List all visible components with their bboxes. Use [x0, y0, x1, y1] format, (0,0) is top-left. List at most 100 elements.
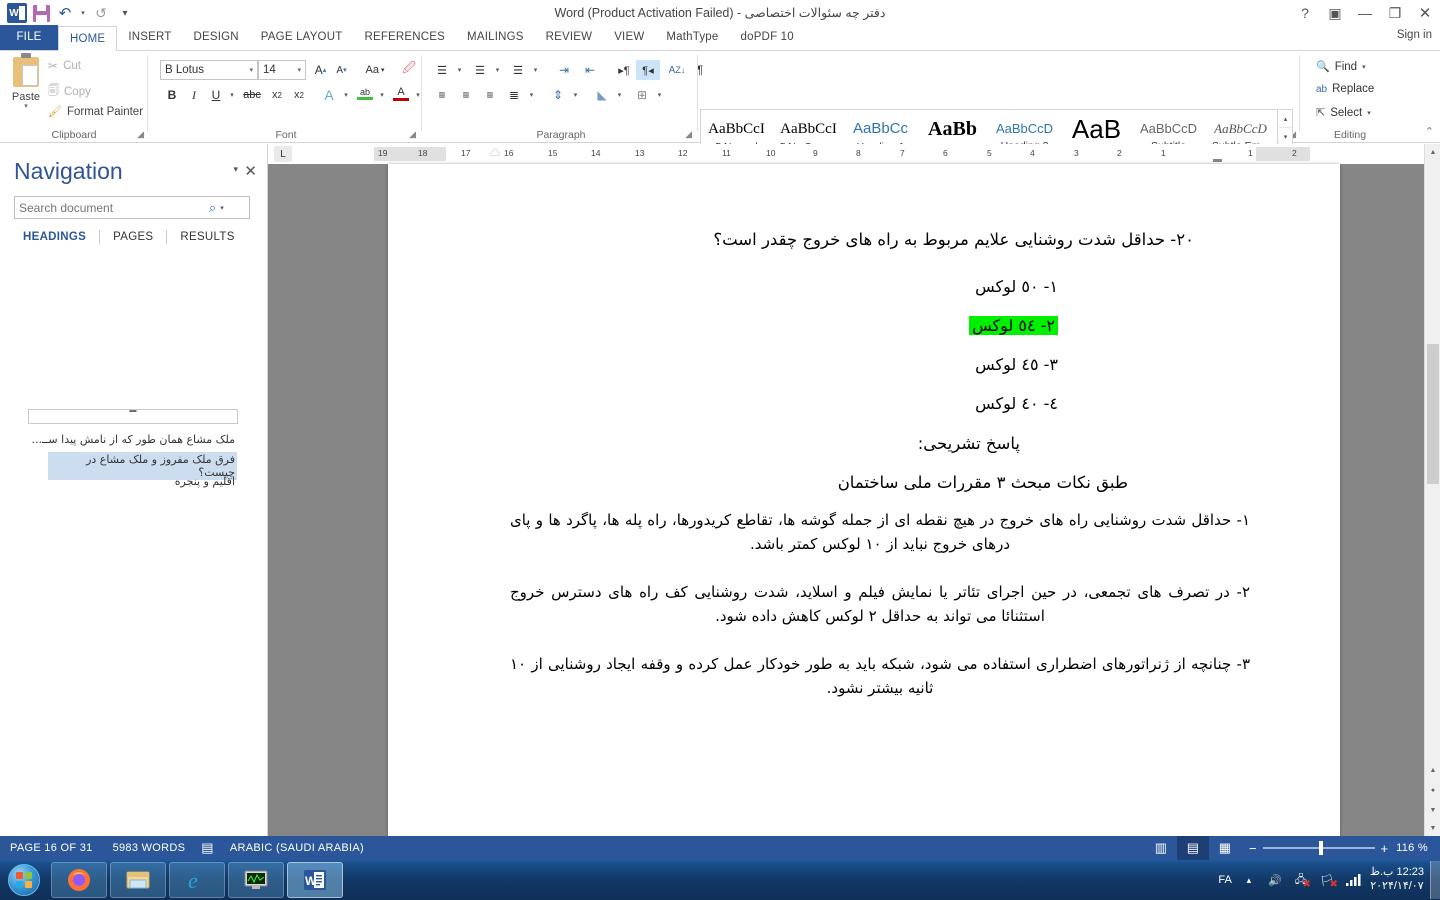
browse-object-icon[interactable]: ● [1425, 782, 1440, 798]
tab-review[interactable]: REVIEW [535, 25, 604, 50]
line-spacing-dropdown-icon[interactable]: ▾ [570, 85, 581, 105]
underline-button[interactable]: U [206, 85, 226, 105]
document-page[interactable]: ۲۰- حداقل شدت روشنایی علایم مربوط به راه… [388, 164, 1340, 836]
zoom-in-button[interactable]: + [1381, 841, 1389, 856]
justify-icon[interactable]: ≣ [502, 85, 526, 105]
print-layout-icon[interactable]: ▤ [1177, 836, 1209, 860]
search-options-icon[interactable]: ▾ [220, 204, 224, 212]
rtl-text-direction-icon[interactable]: ¶◂ [636, 60, 660, 80]
bold-button[interactable]: B [162, 85, 182, 105]
font-size-input[interactable]: 14 ▾ [258, 60, 306, 80]
action-center-icon[interactable]: 🖧✖ [1292, 871, 1310, 889]
borders-icon[interactable]: ⊞ [630, 85, 654, 105]
text-highlight-icon[interactable]: ab [354, 83, 376, 105]
ribbon-display-options-icon[interactable]: ▣ [1320, 0, 1350, 26]
underline-dropdown-icon[interactable]: ▾ [226, 85, 238, 105]
grow-font-icon[interactable]: A▴ [310, 60, 331, 80]
text-effects-dropdown-icon[interactable]: ▾ [340, 85, 352, 105]
windows-start-icon[interactable] [0, 861, 48, 899]
read-mode-icon[interactable]: ▥ [1145, 836, 1177, 860]
zoom-thumb[interactable] [1319, 841, 1323, 855]
find-dropdown-icon[interactable]: ▾ [1362, 63, 1366, 71]
navigation-close-icon[interactable]: ✕ [244, 162, 257, 180]
align-center-icon[interactable]: ≡ [454, 85, 478, 105]
bullets-icon[interactable]: ☰ [430, 60, 454, 80]
align-right-icon[interactable]: ≡ [478, 85, 502, 105]
restore-button[interactable]: ❐ [1380, 0, 1410, 26]
proofing-errors-icon[interactable]: ▤ [195, 836, 220, 860]
search-input[interactable] [19, 201, 209, 215]
page-indicator[interactable]: PAGE 16 OF 31 [0, 836, 103, 860]
tab-home[interactable]: HOME [58, 26, 117, 51]
scroll-down-icon[interactable]: ▼ [1425, 820, 1440, 836]
show-desktop-button[interactable] [1430, 861, 1440, 899]
font-name-dropdown-icon[interactable]: ▾ [249, 66, 253, 74]
language-indicator[interactable]: ARABIC (SAUDI ARABIA) [220, 836, 374, 860]
word-icon[interactable]: W [287, 862, 343, 898]
nav-tab-results[interactable]: RESULTS [167, 231, 247, 243]
styles-scroll-up-icon[interactable]: ▴ [1279, 110, 1292, 128]
collapse-ribbon-icon[interactable]: ⌃ [1425, 125, 1434, 138]
numbering-icon[interactable]: ☰ [468, 60, 492, 80]
next-page-icon[interactable]: ▼ [1425, 802, 1440, 818]
navigation-heading-collapsed-box[interactable]: ▔ [28, 409, 238, 424]
show-hidden-icons-icon[interactable]: ▴ [1240, 871, 1258, 889]
increase-indent-icon[interactable]: ⇤ [578, 60, 602, 80]
italic-button[interactable]: I [184, 85, 204, 105]
format-painter-button[interactable]: 🖌 Format Painter [48, 105, 143, 118]
tab-stop-selector-icon[interactable]: L [274, 146, 292, 162]
clock[interactable]: 12:23 ب.ظ ۲۰۲۴/۱۴/۰۷ [1370, 866, 1424, 894]
decrease-indent-icon[interactable]: ⇥ [552, 60, 576, 80]
zoom-track[interactable] [1263, 847, 1375, 849]
copy-button[interactable]: 🗐 Copy [48, 82, 91, 101]
search-document-box[interactable]: ⌕ ▾ [14, 196, 250, 219]
text-highlight-dropdown-icon[interactable]: ▾ [376, 85, 388, 105]
scrollbar-thumb[interactable] [1427, 344, 1439, 484]
nav-heading-item[interactable]: اقلیم و پنجره [173, 474, 237, 489]
tab-references[interactable]: REFERENCES [353, 25, 456, 50]
justify-dropdown-icon[interactable]: ▾ [526, 85, 537, 105]
signal-bars-icon[interactable] [1344, 871, 1362, 889]
strikethrough-button[interactable]: abc [240, 85, 264, 105]
clear-formatting-icon[interactable]: 🖉 [398, 60, 420, 80]
subscript-button[interactable]: x2 [266, 85, 288, 105]
help-icon[interactable]: ? [1290, 0, 1320, 26]
ltr-text-direction-icon[interactable]: ▸¶ [612, 60, 636, 80]
vertical-scrollbar[interactable]: ▲ ▲ ● ▼ ▼ [1424, 144, 1440, 836]
change-case-icon[interactable]: Aa ▾ [358, 60, 392, 80]
align-left-icon[interactable]: ≡ [430, 85, 454, 105]
select-dropdown-icon[interactable]: ▾ [1367, 109, 1371, 117]
web-layout-icon[interactable]: ▦ [1209, 836, 1241, 860]
zoom-slider[interactable]: − + [1241, 841, 1396, 856]
nav-tab-pages[interactable]: PAGES [100, 231, 166, 243]
sign-in-link[interactable]: Sign in [1397, 29, 1432, 41]
font-size-dropdown-icon[interactable]: ▾ [297, 66, 301, 74]
tab-design[interactable]: DESIGN [182, 25, 249, 50]
paste-dropdown-icon[interactable]: ▾ [24, 102, 28, 110]
paste-button[interactable]: Paste ▾ [6, 55, 46, 123]
task-manager-icon[interactable] [228, 862, 284, 898]
scroll-up-icon[interactable]: ▲ [1425, 144, 1440, 160]
shrink-font-icon[interactable]: A▾ [331, 60, 352, 80]
shading-icon[interactable]: ◣ [590, 85, 614, 105]
zoom-out-button[interactable]: − [1249, 841, 1257, 856]
tab-mailings[interactable]: MAILINGS [456, 25, 535, 50]
volume-icon[interactable]: 🔊 [1266, 871, 1284, 889]
shading-dropdown-icon[interactable]: ▾ [614, 85, 625, 105]
line-spacing-icon[interactable]: ⇕ [546, 85, 570, 105]
minimize-button[interactable]: — [1350, 0, 1380, 26]
multilevel-list-icon[interactable]: ☰ [506, 60, 530, 80]
tab-mathtype[interactable]: MathType [655, 25, 729, 50]
tab-dopdf[interactable]: doPDF 10 [730, 25, 805, 50]
cut-button[interactable]: ✂ Cut [48, 59, 81, 73]
network-icon[interactable]: 🏳✖ [1318, 871, 1336, 889]
tab-file[interactable]: FILE [0, 25, 58, 50]
previous-page-icon[interactable]: ▲ [1425, 762, 1440, 778]
navigation-menu-icon[interactable]: ▾ [233, 164, 238, 175]
sort-icon[interactable]: AZ↓ [666, 60, 688, 80]
horizontal-ruler[interactable]: L 19 18 17 16 15 14 13 12 11 10 9 8 7 6 … [268, 144, 1440, 164]
nav-tab-headings[interactable]: HEADINGS [10, 231, 99, 243]
replace-button[interactable]: ab Replace [1316, 83, 1374, 95]
multilevel-list-dropdown-icon[interactable]: ▾ [530, 60, 541, 80]
tab-insert[interactable]: INSERT [117, 25, 182, 50]
